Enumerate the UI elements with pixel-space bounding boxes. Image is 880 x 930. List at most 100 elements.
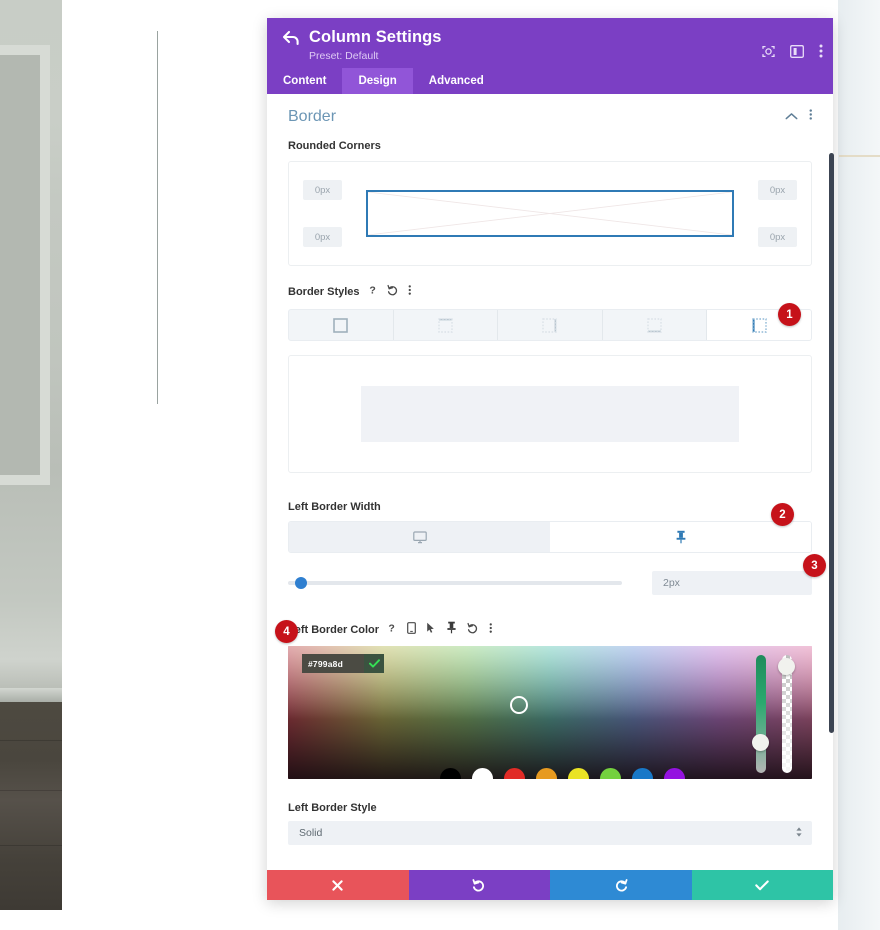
svg-text:?: ? <box>369 285 375 296</box>
modal-scrollbar[interactable] <box>829 153 834 733</box>
pushpin-icon[interactable] <box>446 621 457 639</box>
border-style-option-top-border[interactable] <box>394 310 499 340</box>
state-tab-sticky[interactable] <box>550 522 811 552</box>
border-style-option-all-borders[interactable] <box>289 310 394 340</box>
color-swatch-orange[interactable] <box>536 768 557 779</box>
callout-4: 4 <box>275 620 298 643</box>
header-icon-group <box>762 44 823 58</box>
color-swatch-purple[interactable] <box>664 768 685 779</box>
left-border-style-value: Solid <box>299 827 323 839</box>
border-section-title: Border <box>288 108 337 125</box>
rounded-corners-control: 0px 0px 0px 0px <box>288 161 812 266</box>
corner-diagonals <box>368 192 732 235</box>
hex-confirm-button[interactable] <box>364 654 384 673</box>
slider-handle[interactable] <box>295 577 307 589</box>
border-styles-options <box>288 309 812 341</box>
question-mark-icon[interactable]: ? <box>388 621 397 639</box>
state-tab-desktop[interactable] <box>289 522 550 552</box>
undo-button[interactable] <box>408 870 550 900</box>
color-swatch-green[interactable] <box>600 768 621 779</box>
callout-2: 2 <box>771 503 794 526</box>
preset-label[interactable]: Preset: Default <box>309 50 819 62</box>
left-border-style-label: Left Border Style <box>288 802 377 814</box>
kebab-menu-icon[interactable] <box>489 621 493 639</box>
chevron-up-icon[interactable] <box>785 108 798 126</box>
left-border-color-label: Left Border Color <box>288 624 380 636</box>
settings-scroll-area: Border Rounded Corners 0px 0px 0px 0px B… <box>267 94 833 845</box>
left-border-width-label: Left Border Width <box>288 501 381 513</box>
color-swatch-white[interactable] <box>472 768 493 779</box>
photo-baseboard <box>0 688 62 702</box>
modal-body: Border Rounded Corners 0px 0px 0px 0px B… <box>267 94 833 870</box>
svg-text:?: ? <box>388 623 394 634</box>
callout-3: 3 <box>803 554 826 577</box>
photo-floor-plank <box>0 790 62 791</box>
color-sliders <box>752 655 798 773</box>
alpha-slider-handle[interactable] <box>778 658 795 675</box>
photo-floor-plank <box>0 740 62 741</box>
desktop-monitor-icon <box>412 530 427 544</box>
border-section-header: Border <box>288 108 812 126</box>
border-style-option-right-border[interactable] <box>498 310 603 340</box>
corner-preview-box <box>366 190 734 237</box>
modal-tabs: Content Design Advanced <box>267 68 833 94</box>
tab-content[interactable]: Content <box>267 68 342 94</box>
corner-input-bottom-right[interactable]: 0px <box>758 227 797 247</box>
kebab-menu-icon[interactable] <box>408 283 412 301</box>
save-button[interactable] <box>691 870 833 900</box>
hue-slider[interactable] <box>756 655 766 773</box>
undo-icon[interactable] <box>467 621 479 639</box>
color-swatch-red[interactable] <box>504 768 525 779</box>
undo-icon[interactable] <box>386 283 399 301</box>
back-arrow-icon[interactable] <box>281 29 301 47</box>
page-right-gutter <box>838 0 880 930</box>
corner-input-top-right[interactable]: 0px <box>758 180 797 200</box>
kebab-menu-icon[interactable] <box>819 44 823 58</box>
left-border-width-slider[interactable] <box>288 577 622 589</box>
border-style-option-bottom-border[interactable] <box>603 310 708 340</box>
undo-icon <box>472 878 486 892</box>
background-photo-strip <box>0 0 62 910</box>
hue-slider-handle[interactable] <box>752 734 769 751</box>
check-icon <box>368 659 380 668</box>
mobile-device-icon[interactable] <box>407 621 416 639</box>
cursor-pointer-icon[interactable] <box>426 621 436 639</box>
redo-icon <box>614 878 628 892</box>
color-swatch-yellow[interactable] <box>568 768 589 779</box>
check-icon <box>755 879 769 891</box>
left-border-width-value[interactable]: 2px <box>652 571 812 595</box>
pushpin-icon <box>675 530 687 544</box>
column-settings-modal: Column Settings Preset: Default Content … <box>267 18 834 900</box>
updown-arrows-icon <box>795 826 803 841</box>
color-swatch-row <box>440 768 685 779</box>
color-swatch-black[interactable] <box>440 768 461 779</box>
photo-frame <box>0 45 50 485</box>
left-border-width-state-tabs <box>288 521 812 553</box>
close-x-icon <box>332 879 343 891</box>
section-divider-line <box>839 155 880 157</box>
cancel-button[interactable] <box>267 870 409 900</box>
layout-panel-icon[interactable] <box>790 44 804 58</box>
left-border-width-slider-row: 2px <box>288 571 812 595</box>
border-preview-sample <box>361 386 739 442</box>
corner-input-bottom-left[interactable]: 0px <box>303 227 342 247</box>
color-picker[interactable]: #799a8d <box>288 646 812 779</box>
hex-value: #799a8d <box>308 658 343 669</box>
left-border-style-select[interactable]: Solid <box>288 821 812 845</box>
color-picker-handle[interactable] <box>510 696 528 714</box>
modal-header: Column Settings Preset: Default <box>267 18 833 68</box>
corner-input-top-left[interactable]: 0px <box>303 180 342 200</box>
border-preview-box <box>288 355 812 473</box>
question-mark-icon[interactable]: ? <box>369 283 378 301</box>
border-styles-label-row: Border Styles ? <box>288 283 812 301</box>
tab-advanced[interactable]: Advanced <box>413 68 500 94</box>
photo-floor-plank <box>0 845 62 846</box>
column-guide-line <box>157 31 158 404</box>
focus-target-icon[interactable] <box>762 45 775 58</box>
callout-1: 1 <box>778 303 801 326</box>
tab-design[interactable]: Design <box>342 68 413 94</box>
kebab-menu-icon[interactable] <box>809 108 813 126</box>
redo-button[interactable] <box>550 870 692 900</box>
left-border-color-label-row: Left Border Color ? <box>288 621 812 639</box>
color-swatch-blue[interactable] <box>632 768 653 779</box>
